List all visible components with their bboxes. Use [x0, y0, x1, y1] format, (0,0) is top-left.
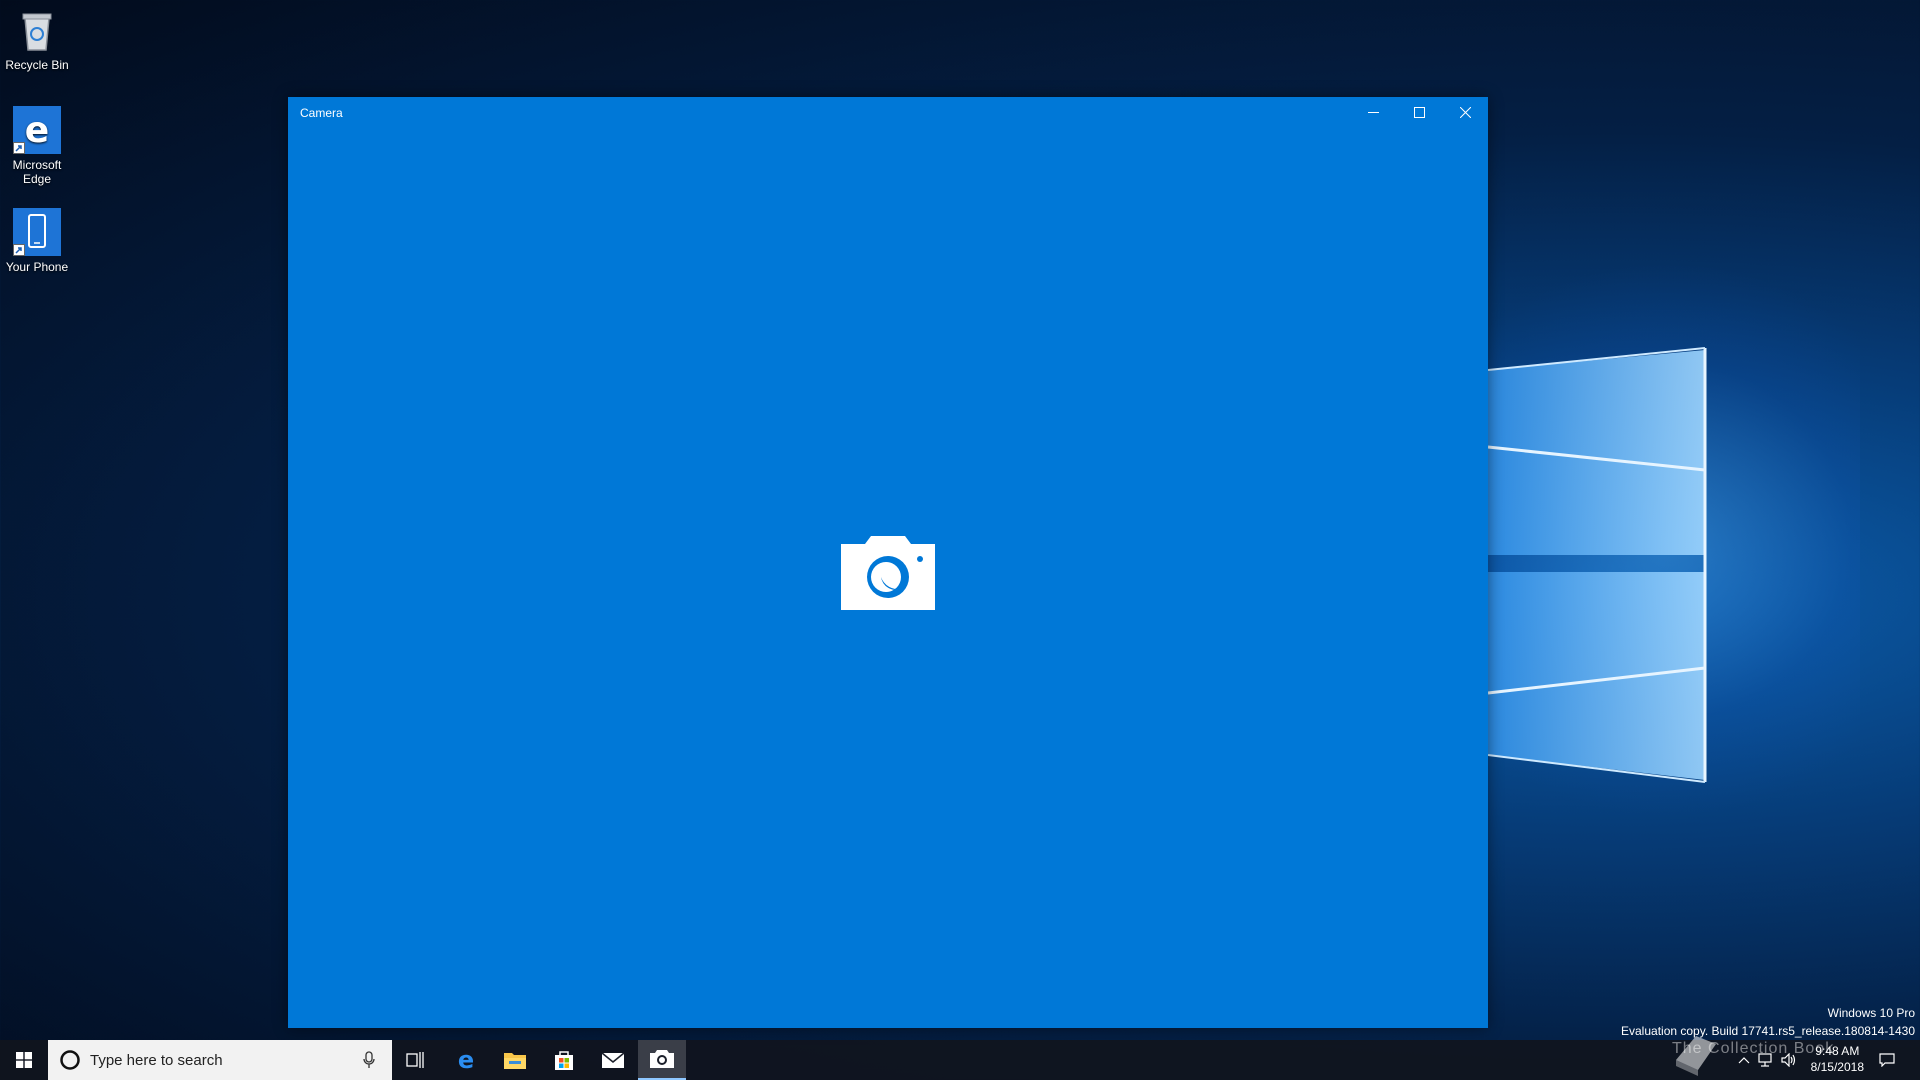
camera-icon[interactable]	[638, 1040, 686, 1080]
build-watermark: Evaluation copy. Build 17741.rs5_release…	[1621, 1024, 1915, 1038]
window-title: Camera	[300, 106, 343, 120]
taskbar-search-box[interactable]	[48, 1040, 392, 1080]
desktop-icon-your-phone[interactable]: Your Phone	[4, 208, 70, 274]
clock-date: 8/15/2018	[1810, 1060, 1864, 1074]
edge-icon: e	[13, 106, 61, 154]
camera-icon	[839, 534, 937, 612]
camera-window[interactable]: Camera	[288, 97, 1488, 1028]
windows-start-icon	[16, 1052, 32, 1068]
microphone-icon[interactable]	[362, 1051, 376, 1069]
minimize-icon	[1367, 112, 1379, 113]
cortana-circle-icon	[60, 1050, 80, 1070]
edge-icon[interactable]: e	[442, 1040, 490, 1080]
start-button[interactable]	[0, 1040, 48, 1080]
recycle-bin-icon	[13, 6, 61, 54]
close-icon	[1459, 107, 1471, 118]
svg-text:e: e	[25, 110, 49, 151]
desktop-icon-microsoft-edge[interactable]: e Microsoft Edge	[4, 106, 70, 186]
edition-watermark: Windows 10 Pro	[1827, 1006, 1915, 1020]
desktop-icon-recycle-bin[interactable]: Recycle Bin	[4, 6, 70, 72]
maximize-icon	[1413, 107, 1425, 118]
task-view-icon[interactable]	[392, 1040, 440, 1080]
minimize-button[interactable]	[1350, 97, 1396, 128]
taskbar: e	[0, 1040, 1920, 1080]
store-icon[interactable]	[540, 1040, 588, 1080]
file-explorer-icon[interactable]	[491, 1040, 539, 1080]
maximize-button[interactable]	[1396, 97, 1442, 128]
desktop-icon-label: Your Phone	[5, 260, 69, 274]
desktop-icon-label: Microsoft Edge	[12, 158, 62, 186]
window-titlebar[interactable]: Camera	[288, 97, 1488, 128]
phone-icon	[13, 208, 61, 256]
desktop-icon-label: Recycle Bin	[5, 58, 69, 72]
mail-icon[interactable]	[589, 1040, 637, 1080]
action-center-icon[interactable]	[1872, 1040, 1902, 1080]
shortcut-arrow-icon	[13, 142, 25, 154]
close-button[interactable]	[1442, 97, 1488, 128]
svg-text:e: e	[458, 1048, 474, 1072]
shortcut-arrow-icon	[13, 244, 25, 256]
search-input[interactable]	[90, 1051, 340, 1069]
collection-book-watermark: The Collection Book	[1672, 1040, 1835, 1057]
